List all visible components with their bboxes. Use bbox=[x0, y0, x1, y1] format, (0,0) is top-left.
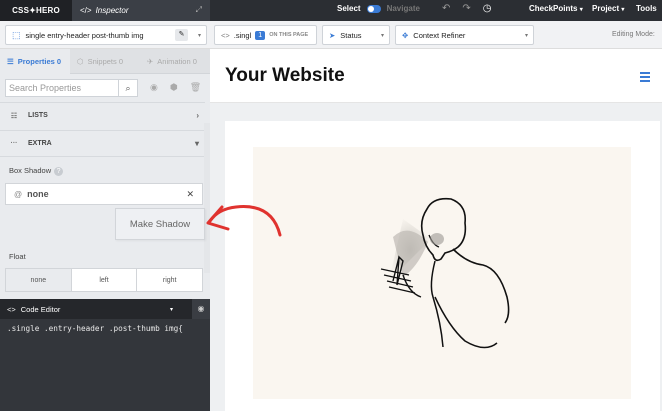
at-icon: @ bbox=[14, 189, 23, 199]
trash-icon[interactable]: 🗑 bbox=[190, 82, 201, 93]
tab-animation-label: Animation 0 bbox=[157, 57, 197, 66]
menu-project-label: Project bbox=[592, 4, 620, 13]
divider bbox=[0, 156, 205, 157]
tab-properties[interactable]: ☰ Properties 0 bbox=[0, 49, 70, 74]
panel-tabs: ☰ Properties 0 ⬡ Snippets 0 ✈ Animation 0 bbox=[0, 49, 210, 74]
tab-snippets[interactable]: ⬡ Snippets 0 bbox=[72, 49, 138, 74]
eye-icon[interactable]: ◉ bbox=[192, 299, 210, 319]
section-lists-label: LISTS bbox=[28, 112, 48, 119]
search-tools: ◉ ⬢ 🗑 bbox=[150, 82, 201, 93]
code-editor-header[interactable]: <> Code Editor ▾ ◉ bbox=[0, 299, 210, 319]
properties-panel: ☰ Properties 0 ⬡ Snippets 0 ✈ Animation 0 S… bbox=[0, 49, 210, 299]
chevron-down-icon[interactable]: ▾ bbox=[170, 306, 173, 313]
menu-project[interactable]: Project ▾ bbox=[592, 4, 624, 13]
annotation-arrow bbox=[206, 205, 282, 237]
code-editor[interactable]: .single .entry-header .post-thumb img{ bbox=[0, 319, 210, 411]
illustration-reading-person bbox=[380, 197, 510, 349]
float-label: Float bbox=[9, 252, 26, 261]
navigate-mode-label[interactable]: Navigate bbox=[387, 4, 420, 13]
move-icon: ✥ bbox=[402, 30, 409, 40]
menu-checkpoints[interactable]: CheckPoints ▾ bbox=[529, 4, 583, 13]
element-icon: ⬚ bbox=[12, 29, 21, 40]
expand-icon[interactable]: ⤢ bbox=[196, 5, 202, 15]
code-icon: <> bbox=[7, 304, 16, 314]
code-icon: </> bbox=[80, 6, 92, 15]
chevron-down-icon: ▾ bbox=[197, 33, 201, 39]
float-options: none left right bbox=[5, 268, 203, 292]
snippet-icon: ⬡ bbox=[77, 57, 84, 66]
box-shadow-value: none bbox=[27, 189, 49, 199]
menu-checkpoints-label: CheckPoints bbox=[529, 4, 578, 13]
mode-switch[interactable]: Select Navigate bbox=[337, 4, 420, 13]
status-dropdown[interactable]: ➤ Status ▾ bbox=[322, 25, 390, 45]
edit-icon[interactable]: ✎ bbox=[175, 29, 188, 41]
site-header: Your Website bbox=[210, 49, 662, 103]
tab-animation[interactable]: ✈ Animation 0 bbox=[142, 49, 210, 74]
list-icon: ☰ bbox=[7, 57, 14, 66]
clear-icon[interactable]: ✕ bbox=[186, 189, 194, 200]
mode-toggle[interactable] bbox=[366, 4, 381, 13]
top-toolbar: CSS✦HERO </> Inspector ⤢ Select Navigate… bbox=[0, 0, 662, 21]
menu-tools[interactable]: Tools bbox=[636, 4, 657, 13]
context-refiner-dropdown[interactable]: ✥ Context Refiner ▾ bbox=[395, 25, 534, 45]
selector-bar: ⬚ single entry-header post-thumb img ✎ ▾… bbox=[0, 21, 662, 49]
app-logo: CSS✦HERO bbox=[0, 0, 72, 21]
help-icon[interactable]: ? bbox=[54, 167, 64, 176]
list-icon: ☷ bbox=[10, 112, 18, 120]
box-shadow-label: Box Shadow? bbox=[9, 166, 64, 176]
history-controls: ↶ ↷ ◷ bbox=[442, 3, 492, 14]
cursor-icon: ➤ bbox=[329, 30, 336, 40]
search-icon[interactable]: ⌕ bbox=[118, 79, 138, 97]
chevron-down-icon: ▾ bbox=[524, 33, 528, 39]
history-icon[interactable]: ◷ bbox=[483, 3, 492, 14]
eye-icon[interactable]: ◉ bbox=[150, 82, 158, 93]
section-lists[interactable]: ☷ LISTS › bbox=[0, 102, 205, 128]
tab-properties-label: Properties 0 bbox=[17, 57, 62, 66]
context-refiner-label: Context Refiner bbox=[413, 30, 466, 40]
cube-icon[interactable]: ⬢ bbox=[170, 82, 178, 93]
code-icon: <> bbox=[221, 30, 230, 40]
inspector-tab[interactable]: </> Inspector ⤢ bbox=[72, 0, 210, 21]
match-count-badge: 1 bbox=[255, 30, 266, 40]
class-selector[interactable]: <> .singl 1 ON THIS PAGE bbox=[214, 25, 317, 45]
chevron-right-icon: › bbox=[196, 111, 199, 120]
site-title[interactable]: Your Website bbox=[225, 65, 345, 87]
float-none-button[interactable]: none bbox=[6, 269, 72, 291]
make-shadow-button[interactable]: Make Shadow bbox=[115, 208, 205, 240]
section-extra[interactable]: ··· EXTRA ▾ bbox=[0, 130, 205, 156]
menu-tools-label: Tools bbox=[636, 4, 657, 13]
status-label: Status bbox=[340, 30, 362, 40]
float-right-button[interactable]: right bbox=[137, 269, 202, 291]
redo-icon[interactable]: ↷ bbox=[462, 3, 470, 14]
animation-icon: ✈ bbox=[147, 57, 154, 66]
selector-dropdown[interactable]: ⬚ single entry-header post-thumb img ✎ ▾ bbox=[5, 25, 207, 45]
undo-icon[interactable]: ↶ bbox=[442, 3, 450, 14]
inspector-tab-label: Inspector bbox=[95, 6, 129, 15]
box-shadow-label-text: Box Shadow bbox=[9, 166, 52, 175]
class-text: .singl bbox=[233, 30, 252, 40]
more-icon: ··· bbox=[10, 140, 18, 147]
float-left-button[interactable]: left bbox=[72, 269, 138, 291]
editing-mode-label: Editing Mode: bbox=[612, 31, 655, 38]
on-this-page-label: ON THIS PAGE bbox=[269, 32, 309, 38]
box-shadow-field[interactable]: @ none ✕ bbox=[5, 183, 203, 205]
selector-text: single entry-header post-thumb img bbox=[25, 30, 144, 40]
select-mode-label[interactable]: Select bbox=[337, 4, 361, 13]
tab-snippets-label: Snippets 0 bbox=[87, 57, 124, 66]
section-extra-label: EXTRA bbox=[28, 140, 52, 147]
chevron-down-icon: ▾ bbox=[380, 33, 384, 39]
code-editor-title: Code Editor bbox=[20, 304, 61, 314]
chevron-down-icon: ▾ bbox=[194, 139, 199, 148]
hamburger-icon[interactable] bbox=[640, 72, 650, 84]
post-thumbnail-image[interactable] bbox=[253, 147, 631, 399]
post-content bbox=[225, 121, 660, 411]
